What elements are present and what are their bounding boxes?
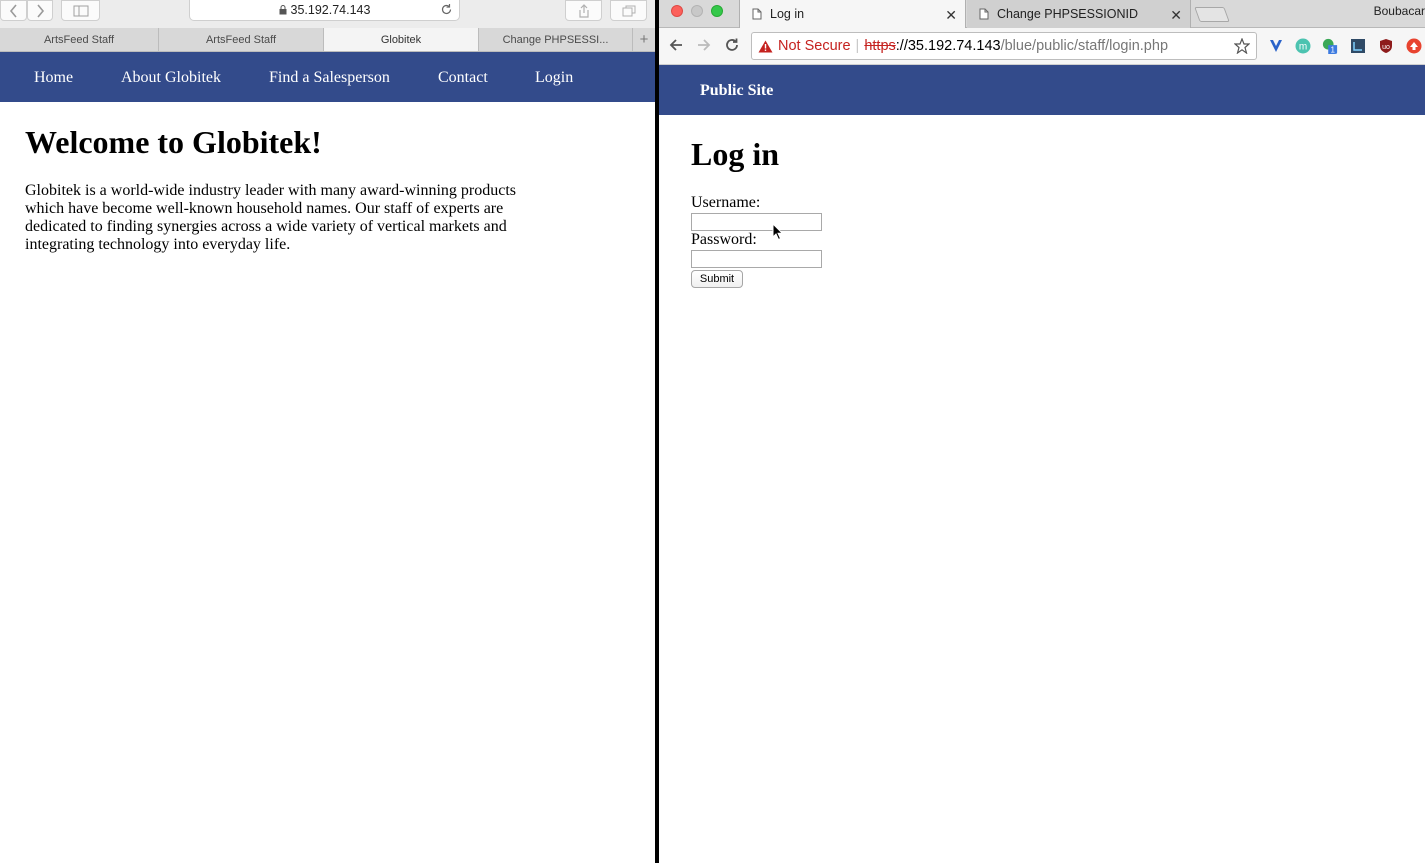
- chrome-tab-title: Change PHPSESSIONID: [997, 7, 1139, 21]
- svg-text:uo: uo: [1382, 44, 1390, 51]
- username-label: Username:: [691, 194, 761, 211]
- address-text: 35.192.74.143: [290, 3, 371, 17]
- sidebar-button[interactable]: [61, 0, 100, 21]
- safari-tab-bar: ArtsFeed Staff ArtsFeed Staff Globitek C…: [0, 28, 655, 52]
- forward-button[interactable]: [27, 0, 53, 21]
- lock-icon: [279, 5, 287, 15]
- password-input[interactable]: [691, 250, 822, 268]
- public-site-link[interactable]: Public Site: [700, 82, 773, 100]
- chrome-tab-login[interactable]: Log in ✕: [739, 0, 966, 28]
- warning-triangle-icon[interactable]: [758, 40, 773, 53]
- chrome-window: Log in ✕ Change PHPSESSIONID ✕ Boubacar …: [659, 0, 1425, 863]
- close-tab-icon[interactable]: ✕: [1170, 7, 1182, 24]
- new-tab-button[interactable]: +: [633, 28, 655, 51]
- chrome-toolbar: Not Secure | https://35.192.74.143/blue/…: [659, 28, 1425, 65]
- back-arrow-icon[interactable]: [668, 37, 684, 53]
- safari-tab-active[interactable]: Globitek: [324, 28, 479, 51]
- safari-tab[interactable]: ArtsFeed Staff: [159, 28, 324, 51]
- nav-link-about[interactable]: About Globitek: [121, 69, 221, 87]
- safari-tab[interactable]: ArtsFeed Staff: [0, 28, 159, 51]
- address-bar[interactable]: 35.192.74.143: [189, 0, 460, 21]
- dark-extension-icon[interactable]: [1350, 38, 1366, 54]
- url-host: ://35.192.74.143: [895, 38, 1001, 54]
- nav-link-login[interactable]: Login: [535, 69, 573, 87]
- chevron-left-icon: [9, 3, 17, 18]
- omnibox[interactable]: Not Secure | https://35.192.74.143/blue/…: [751, 32, 1257, 60]
- safari-tab[interactable]: Change PHPSESSI...: [479, 28, 633, 51]
- show-tabs-button[interactable]: [610, 0, 647, 21]
- omnibox-separator: |: [855, 38, 860, 54]
- safari-window: 35.192.74.143 ArtsFeed Staff ArtsFeed St…: [0, 0, 655, 863]
- window-close-button[interactable]: [671, 5, 683, 17]
- password-label: Password:: [691, 231, 757, 248]
- not-secure-label[interactable]: Not Secure: [778, 38, 851, 54]
- vimium-icon[interactable]: [1268, 38, 1284, 54]
- red-up-arrow-extension-icon[interactable]: [1406, 38, 1422, 54]
- username-input[interactable]: [691, 213, 822, 231]
- document-icon: [979, 8, 989, 20]
- svg-text:m: m: [1299, 42, 1307, 53]
- window-maximize-button[interactable]: [711, 5, 723, 17]
- chevron-right-icon: [37, 3, 45, 18]
- close-tab-icon[interactable]: ✕: [945, 7, 957, 24]
- new-tab-button[interactable]: [1194, 7, 1230, 22]
- submit-button[interactable]: Submit: [691, 270, 743, 288]
- back-button[interactable]: [0, 0, 27, 21]
- reload-icon[interactable]: [440, 3, 453, 16]
- page-title: Welcome to Globitek!: [25, 124, 322, 160]
- nav-link-home[interactable]: Home: [34, 69, 73, 87]
- tabs-overview-icon: [622, 5, 635, 16]
- globitek-nav-bar: Home About Globitek Find a Salesperson C…: [0, 52, 655, 102]
- login-title: Log in: [691, 136, 780, 172]
- url-path: /blue/public/staff/login.php: [1000, 38, 1169, 54]
- chrome-tab-change-session[interactable]: Change PHPSESSIONID ✕: [967, 0, 1191, 28]
- chrome-title-bar: Log in ✕ Change PHPSESSIONID ✕ Boubacar: [659, 0, 1425, 28]
- reload-icon[interactable]: [724, 37, 740, 53]
- chrome-tab-title: Log in: [770, 7, 805, 21]
- ublock-icon[interactable]: uo: [1378, 38, 1394, 54]
- share-icon: [578, 3, 589, 18]
- green-badge-extension-icon[interactable]: 1: [1322, 38, 1338, 54]
- staff-nav-bar: Public Site: [659, 65, 1425, 115]
- profile-name[interactable]: Boubacar: [1374, 4, 1425, 18]
- nav-link-find-salesperson[interactable]: Find a Salesperson: [269, 69, 390, 87]
- nav-link-contact[interactable]: Contact: [438, 69, 488, 87]
- url-scheme: https: [864, 38, 896, 54]
- window-minimize-button[interactable]: [691, 5, 703, 17]
- share-button[interactable]: [565, 0, 602, 21]
- intro-paragraph: Globitek is a world-wide industry leader…: [25, 182, 516, 253]
- extension-badge-count: 1: [1330, 46, 1335, 54]
- m-extension-icon[interactable]: m: [1295, 38, 1311, 54]
- sidebar-icon: [73, 5, 88, 16]
- forward-arrow-icon[interactable]: [696, 37, 712, 53]
- bookmark-star-icon[interactable]: [1234, 38, 1250, 54]
- document-icon: [752, 8, 762, 20]
- mouse-cursor-icon: [772, 223, 784, 241]
- safari-toolbar: 35.192.74.143: [0, 0, 655, 28]
